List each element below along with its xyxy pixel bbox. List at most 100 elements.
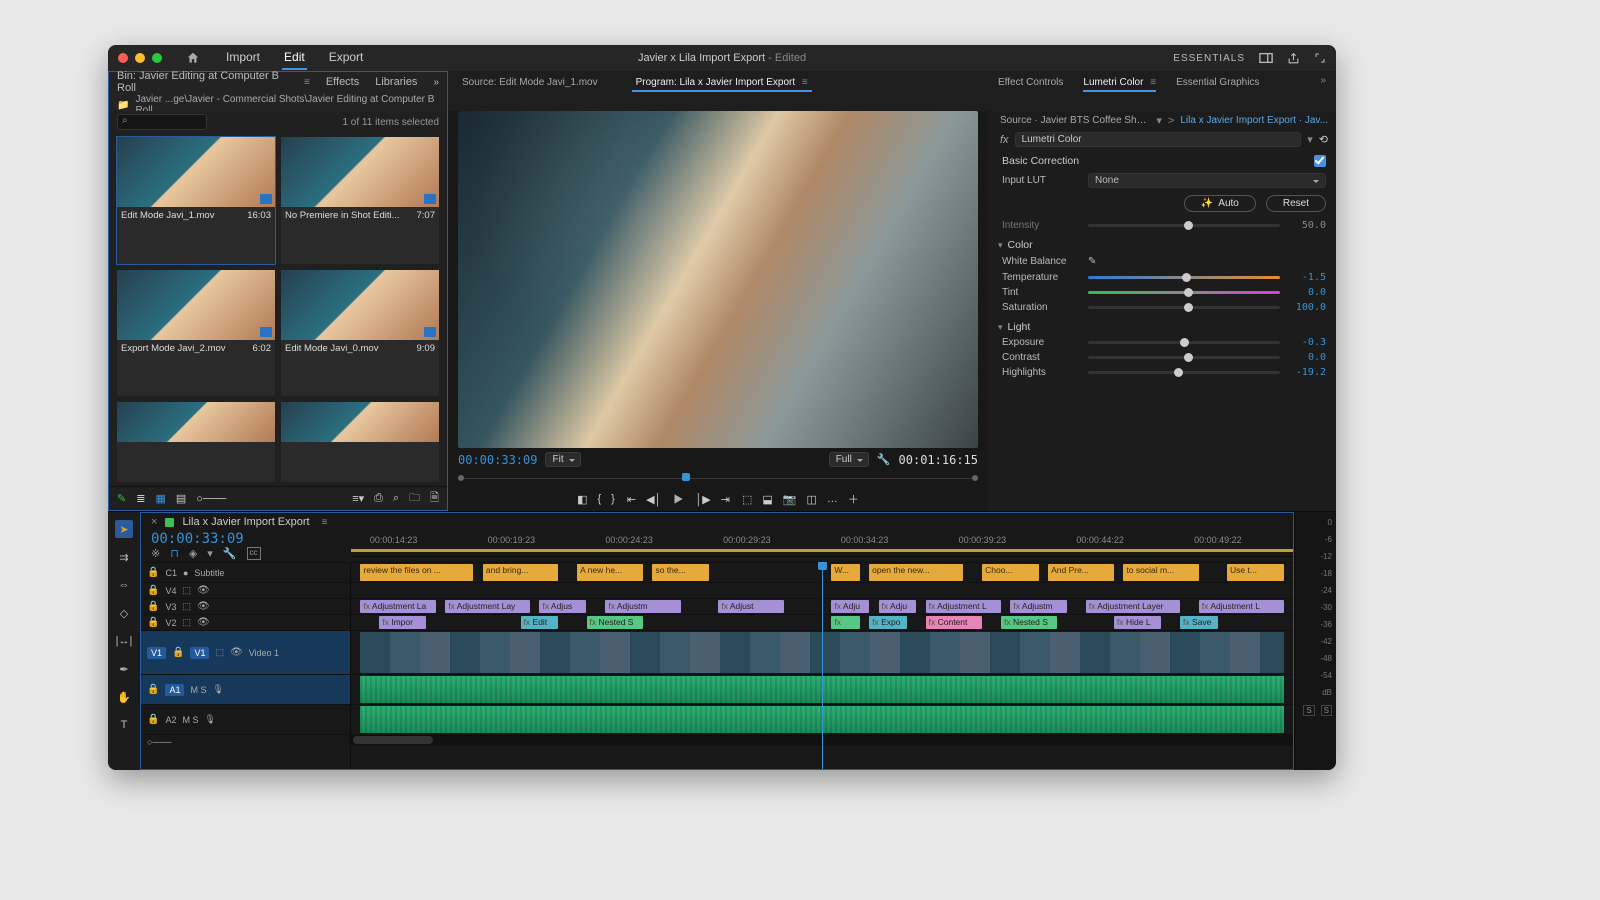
project-clip-thumb[interactable]: No Premiere in Shot Editi...7:07 bbox=[281, 137, 439, 264]
fx-badge-icon[interactable]: fx bbox=[1000, 134, 1009, 146]
ripple-tool-icon[interactable]: ⇔ bbox=[115, 576, 133, 594]
settings-wrench-icon[interactable]: 🔧 bbox=[877, 453, 891, 466]
contrast-slider[interactable] bbox=[1088, 356, 1280, 359]
track-select-tool-icon[interactable]: ⇉ bbox=[115, 548, 133, 566]
list-view-icon[interactable]: ≣ bbox=[136, 492, 145, 505]
video-clip[interactable]: fx C13 bbox=[831, 616, 859, 629]
marker-icon[interactable]: ◈ bbox=[189, 547, 197, 560]
mark-out-bracket-icon[interactable]: } bbox=[611, 493, 615, 505]
button-editor-more-icon[interactable]: … bbox=[827, 493, 838, 505]
subtitle-clip[interactable]: A new he... bbox=[577, 564, 643, 581]
new-item-icon[interactable]: 🗎 bbox=[430, 489, 439, 508]
panel-menu-icon[interactable]: ≡ bbox=[304, 77, 310, 88]
video-clip[interactable]: fx Nested S bbox=[587, 616, 644, 629]
go-to-in-icon[interactable]: ⇤ bbox=[627, 493, 636, 506]
video-clip[interactable]: fx Hide L bbox=[1114, 616, 1161, 629]
sort-icon[interactable]: ≡▾ bbox=[352, 492, 364, 505]
lumetri-section-basic[interactable]: Basic Correction bbox=[1002, 155, 1079, 167]
pen-icon[interactable]: ✎ bbox=[117, 492, 126, 505]
tint-slider[interactable] bbox=[1088, 291, 1280, 294]
program-monitor-tab[interactable]: Program: Lila x Javier Import Export ≡ bbox=[632, 75, 812, 92]
icon-view-icon[interactable]: ▦ bbox=[155, 492, 165, 505]
lumetri-sequence-link[interactable]: Lila x Javier Import Export · Jav... bbox=[1180, 115, 1328, 126]
new-bin-icon[interactable]: 🗀 bbox=[409, 489, 420, 508]
linked-selection-icon[interactable]: ⊓ bbox=[170, 547, 179, 560]
settings-wrench-icon[interactable]: 🔧 bbox=[223, 547, 237, 560]
lumetri-effect-dropdown[interactable]: Lumetri Color bbox=[1015, 132, 1302, 147]
go-to-out-icon[interactable]: ⇥ bbox=[721, 493, 730, 506]
panel-overflow-icon[interactable]: » bbox=[433, 77, 439, 88]
basic-correction-toggle[interactable] bbox=[1314, 155, 1326, 167]
tab-edit[interactable]: Edit bbox=[282, 46, 307, 70]
adjustment-layer-clip[interactable]: fx Adjustment La bbox=[360, 600, 435, 613]
tab-effect-controls[interactable]: Effect Controls bbox=[998, 75, 1063, 90]
saturation-slider[interactable] bbox=[1088, 306, 1280, 309]
button-editor-add-icon[interactable]: ＋ bbox=[848, 491, 859, 507]
adjustment-layer-clip[interactable]: fx Adjustment Layer bbox=[1086, 600, 1180, 613]
play-icon[interactable] bbox=[671, 492, 685, 506]
program-playhead[interactable] bbox=[682, 473, 690, 481]
project-clip-thumb[interactable]: Export Mode Javi_2.mov6:02 bbox=[117, 270, 275, 397]
slip-tool-icon[interactable]: |↔| bbox=[115, 632, 133, 650]
temperature-value[interactable]: -1.5 bbox=[1288, 272, 1326, 283]
share-icon[interactable] bbox=[1287, 52, 1300, 65]
timeline-playhead[interactable] bbox=[822, 562, 823, 769]
step-back-icon[interactable]: ◀│ bbox=[646, 493, 661, 506]
tab-lumetri-color[interactable]: Lumetri Color ≡ bbox=[1083, 75, 1156, 92]
maximize-icon[interactable] bbox=[152, 53, 162, 63]
auto-button[interactable]: ✨ Auto bbox=[1184, 195, 1256, 212]
lift-icon[interactable]: ⬚ bbox=[742, 493, 752, 506]
tint-value[interactable]: 0.0 bbox=[1288, 287, 1326, 298]
window-controls[interactable] bbox=[118, 53, 162, 63]
extract-icon[interactable]: ⬓ bbox=[762, 493, 772, 506]
adjustment-layer-clip[interactable]: fx Adjustment Lay bbox=[445, 600, 530, 613]
video-clip[interactable]: fx Nested S bbox=[1001, 616, 1058, 629]
pen-tool-icon[interactable]: ✒ bbox=[115, 660, 133, 678]
fullscreen-icon[interactable] bbox=[1314, 52, 1326, 64]
project-clip-thumb[interactable] bbox=[281, 402, 439, 482]
program-current-timecode[interactable]: 00:00:33:09 bbox=[458, 453, 537, 467]
timeline-sequence-name[interactable]: Lila x Javier Import Export bbox=[182, 516, 309, 528]
snap-icon[interactable]: ※ bbox=[151, 547, 160, 560]
tab-import[interactable]: Import bbox=[224, 46, 262, 70]
video-clip[interactable]: fx Content bbox=[926, 616, 983, 629]
captions-icon[interactable]: cc bbox=[247, 547, 261, 560]
libraries-tab[interactable]: Libraries bbox=[375, 76, 417, 88]
workspace-label[interactable]: ESSENTIALS bbox=[1173, 53, 1245, 64]
subtitle-track-label[interactable]: Subtitle bbox=[194, 568, 224, 578]
exposure-slider[interactable] bbox=[1088, 341, 1280, 344]
timeline-ruler[interactable]: 00:00:14:2300:00:19:2300:00:24:2300:00:2… bbox=[351, 531, 1293, 557]
tab-essential-graphics[interactable]: Essential Graphics bbox=[1176, 75, 1259, 90]
subtitle-clip[interactable]: and bring... bbox=[483, 564, 558, 581]
timeline-panel-menu-icon[interactable]: ≡ bbox=[322, 517, 328, 528]
adjustment-layer-clip[interactable]: fx Adjus bbox=[539, 600, 586, 613]
adjustment-layer-clip[interactable]: fx Adjustment L bbox=[926, 600, 1001, 613]
video-clip[interactable]: fx Save bbox=[1180, 616, 1218, 629]
input-lut-dropdown[interactable]: None bbox=[1088, 173, 1326, 188]
hand-tool-icon[interactable]: ✋ bbox=[115, 688, 133, 706]
subtitle-clip[interactable]: so the... bbox=[652, 564, 709, 581]
adjustment-layer-clip[interactable]: fx Adju bbox=[831, 600, 869, 613]
freeform-view-icon[interactable]: ▤ bbox=[176, 492, 186, 505]
intensity-slider[interactable] bbox=[1088, 224, 1280, 227]
comparison-view-icon[interactable]: ◫ bbox=[807, 493, 817, 506]
zoom-fit-dropdown[interactable]: Fit bbox=[545, 452, 580, 467]
timeline-current-timecode[interactable]: 00:00:33:09 bbox=[141, 531, 351, 547]
adjustment-layer-clip[interactable]: fx Adjustment L bbox=[1199, 600, 1284, 613]
tab-export[interactable]: Export bbox=[327, 46, 366, 70]
project-search-input[interactable]: ⌕ bbox=[117, 114, 207, 130]
effects-tab[interactable]: Effects bbox=[326, 76, 359, 88]
find-icon[interactable]: ⌕ bbox=[393, 492, 399, 505]
adjustment-layer-clip[interactable]: fx Adjust bbox=[718, 600, 784, 613]
subtitle-clip[interactable]: Choo... bbox=[982, 564, 1039, 581]
subtitle-clip[interactable]: review the files on ... bbox=[360, 564, 473, 581]
temperature-slider[interactable] bbox=[1088, 276, 1280, 279]
subtitle-clip[interactable]: Use t... bbox=[1227, 564, 1284, 581]
folder-up-icon[interactable]: 📁 bbox=[117, 100, 129, 111]
subtitle-clip[interactable]: And Pre... bbox=[1048, 564, 1114, 581]
subtitle-clip[interactable]: to social m... bbox=[1123, 564, 1198, 581]
project-clip-thumb[interactable] bbox=[117, 402, 275, 482]
minimize-icon[interactable] bbox=[135, 53, 145, 63]
home-icon[interactable] bbox=[186, 51, 200, 65]
mark-in-icon[interactable]: ◧ bbox=[577, 493, 587, 506]
